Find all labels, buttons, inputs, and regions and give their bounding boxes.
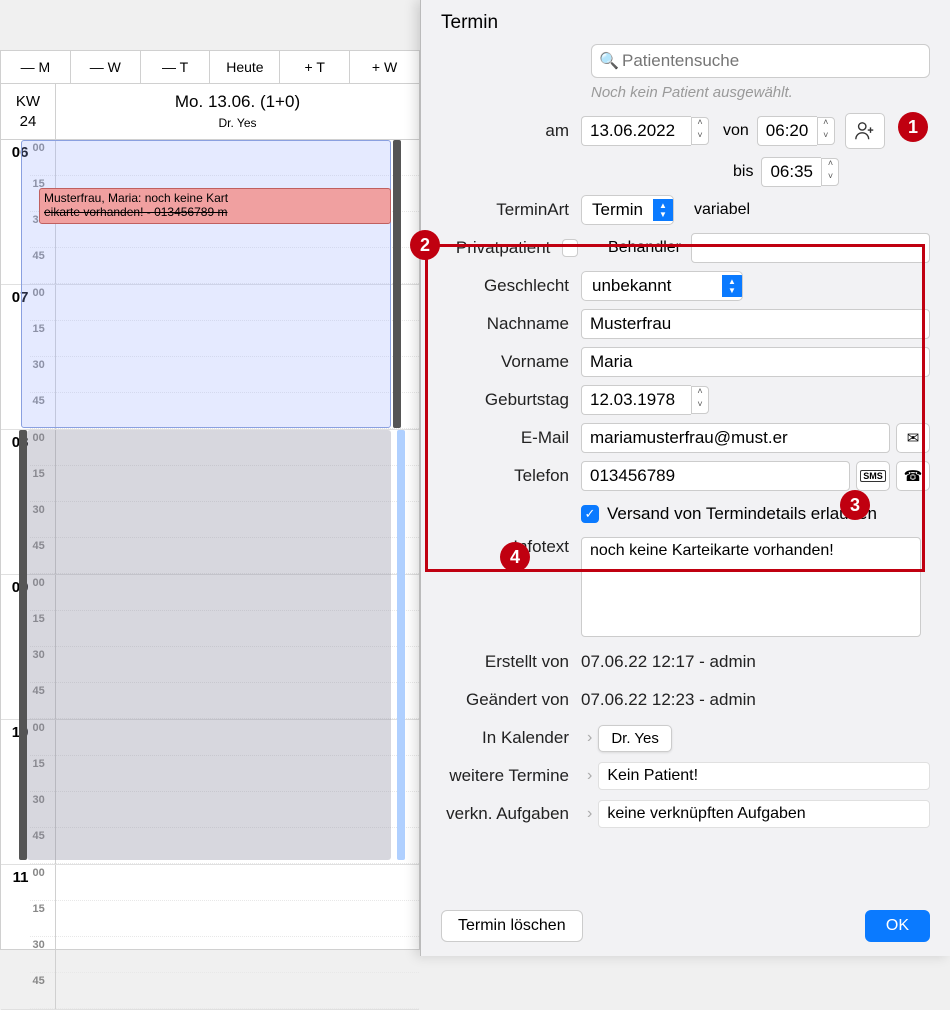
label-lastname: Nachname <box>441 314 581 334</box>
email-input[interactable] <box>581 423 890 453</box>
birthday-input[interactable] <box>581 385 691 415</box>
no-patient-hint: Noch kein Patient ausgewählt. <box>591 84 930 101</box>
label-from: von <box>723 122 749 140</box>
label-incalendar: In Kalender <box>441 728 581 748</box>
gender-select[interactable]: unbekannt ▲▼ <box>581 271 743 301</box>
annotation-badge-3: 3 <box>840 490 870 520</box>
nav-prev-month[interactable]: — M <box>1 51 71 83</box>
label-send-details: Versand von Termindetails erlauben <box>607 504 877 524</box>
dialog-title: Termin <box>421 0 950 44</box>
label-to: bis <box>733 163 753 181</box>
select-arrows-icon: ▲▼ <box>722 275 742 297</box>
sms-icon: SMS <box>860 470 886 482</box>
label-phone: Telefon <box>441 466 581 486</box>
mail-icon: ✉ <box>907 429 920 447</box>
label-created: Erstellt von <box>441 652 581 672</box>
label-linked-tasks: verkn. Aufgaben <box>441 804 581 824</box>
nav-next-day[interactable]: + T <box>280 51 350 83</box>
calendar-chip[interactable]: Dr. Yes <box>598 725 672 752</box>
date-input[interactable] <box>581 116 691 146</box>
add-patient-button[interactable] <box>845 113 885 149</box>
time-from-input[interactable] <box>757 116 817 146</box>
created-value: 07.06.22 12:17 - admin <box>581 652 756 672</box>
timeblock-side-right <box>397 430 405 860</box>
time-from-stepper[interactable]: ˄˅ <box>757 116 835 146</box>
annotation-badge-4: 4 <box>500 542 530 572</box>
send-details-checkbox[interactable]: ✓ <box>581 505 599 523</box>
person-plus-icon <box>854 120 876 142</box>
appointment-type-select[interactable]: Termin ▲▼ <box>581 195 674 225</box>
chevron-right-icon: › <box>587 767 592 785</box>
label-birthday: Geburtstag <box>441 390 581 410</box>
linked-tasks-box[interactable]: keine verknüpften Aufgaben <box>598 800 930 828</box>
call-button[interactable]: ☎ <box>896 461 930 491</box>
date-stepper[interactable]: ˄˅ <box>581 116 709 146</box>
nav-next-week[interactable]: + W <box>350 51 419 83</box>
infotext-textarea[interactable]: noch keine Karteikarte vorhanden! <box>581 537 921 637</box>
week-number: KW 24 <box>1 84 56 139</box>
ok-button[interactable]: OK <box>865 910 930 942</box>
select-arrows-icon: ▲▼ <box>653 199 673 221</box>
appointment-entry[interactable]: Musterfrau, Maria: noch keine Kart eikar… <box>39 188 391 224</box>
label-email: E-Mail <box>441 428 581 448</box>
label-practitioner: Behandler <box>608 239 681 257</box>
nav-today[interactable]: Heute <box>210 51 280 83</box>
more-appointments-box[interactable]: Kein Patient! <box>598 762 930 790</box>
firstname-input[interactable] <box>581 347 930 377</box>
phone-input[interactable] <box>581 461 850 491</box>
annotation-badge-1: 1 <box>898 112 928 142</box>
practitioner-input[interactable] <box>691 233 930 263</box>
timeblock-available <box>21 140 391 428</box>
changed-value: 07.06.22 12:23 - admin <box>581 690 756 710</box>
lastname-input[interactable] <box>581 309 930 339</box>
time-to-stepper[interactable]: ˄˅ <box>761 157 839 187</box>
birthday-stepper[interactable]: ˄˅ <box>581 385 709 415</box>
send-email-button[interactable]: ✉ <box>896 423 930 453</box>
phone-icon: ☎ <box>904 467 923 485</box>
label-type: TerminArt <box>441 200 581 220</box>
search-icon: 🔍 <box>599 51 619 71</box>
label-variable: variabel <box>694 201 750 219</box>
private-checkbox[interactable] <box>562 239 578 257</box>
label-firstname: Vorname <box>441 352 581 372</box>
timeblock-side-left <box>19 430 27 860</box>
timeblock-side <box>393 140 401 428</box>
nav-prev-day[interactable]: — T <box>141 51 211 83</box>
label-changed: Geändert von <box>441 690 581 710</box>
patient-search-input[interactable] <box>591 44 930 78</box>
calendar-panel: — M — W — T Heute + T + W KW 24 Mo. 13.0… <box>0 50 420 950</box>
step-down-icon[interactable]: ˅ <box>692 131 708 144</box>
chevron-right-icon: › <box>587 805 592 823</box>
nav-prev-week[interactable]: — W <box>71 51 141 83</box>
label-gender: Geschlecht <box>441 276 581 296</box>
label-more-appts: weitere Termine <box>441 766 581 786</box>
annotation-badge-2: 2 <box>410 230 440 260</box>
send-sms-button[interactable]: SMS <box>856 461 890 491</box>
timeblock-busy <box>27 430 391 860</box>
delete-button[interactable]: Termin löschen <box>441 910 583 942</box>
day-header: Mo. 13.06. (1+0) Dr. Yes <box>56 84 419 139</box>
appointment-dialog: Termin 🔍 Noch kein Patient ausgewählt. a… <box>420 0 950 956</box>
calendar-toolbar: — M — W — T Heute + T + W <box>1 51 419 84</box>
label-date: am <box>441 121 581 141</box>
calendar-grid[interactable]: 0600153045070015304508001530450900153045… <box>1 140 419 1010</box>
chevron-right-icon: › <box>587 729 592 747</box>
label-private: Privatpatient <box>441 238 562 258</box>
time-to-input[interactable] <box>761 157 821 187</box>
